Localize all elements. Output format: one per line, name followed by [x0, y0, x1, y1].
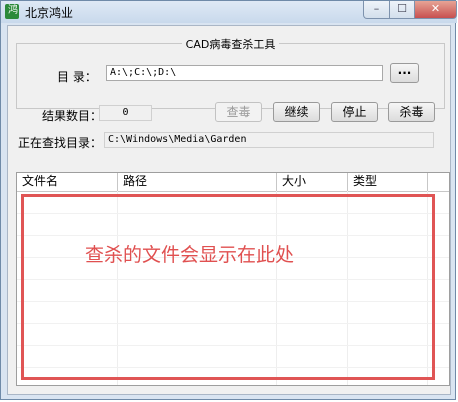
column-header-size[interactable]: 大小: [277, 173, 348, 191]
highlight-box: [21, 194, 435, 380]
annotation-text: 查杀的文件会显示在此处: [85, 244, 295, 266]
searching-dir-label: 正在查找目录：: [18, 136, 103, 150]
minimize-button[interactable]: –: [363, 1, 390, 19]
column-header-filename[interactable]: 文件名: [17, 173, 118, 191]
close-button[interactable]: ✕: [414, 1, 457, 19]
continue-button[interactable]: 继续: [273, 102, 320, 122]
kill-virus-button[interactable]: 杀毒: [388, 102, 435, 122]
column-header-path[interactable]: 路径: [118, 173, 277, 191]
main-panel: CAD病毒查杀工具 目 录： A:\;C:\;D:\ ··· 结果数目： 0 查…: [7, 25, 451, 395]
stop-button[interactable]: 停止: [331, 102, 378, 122]
scan-button[interactable]: 查毒: [215, 102, 262, 122]
directory-input[interactable]: A:\;C:\;D:\: [106, 65, 383, 81]
result-count-label: 结果数目：: [42, 109, 103, 123]
app-window: 鸿 北京鸿业 – ☐ ✕ CAD病毒查杀工具 目 录： A:\;C:\;D:\ …: [0, 0, 457, 400]
column-header-type[interactable]: 类型: [348, 173, 428, 191]
list-header: 文件名 路径 大小 类型: [17, 173, 449, 192]
group-title: CAD病毒查杀工具: [17, 36, 444, 52]
directory-label: 目 录：: [57, 70, 97, 84]
searching-dir-value: C:\Windows\Media\Garden: [104, 132, 434, 148]
title-bar[interactable]: 鸿 北京鸿业 – ☐ ✕: [1, 1, 457, 23]
settings-group: CAD病毒查杀工具 目 录： A:\;C:\;D:\ ···: [16, 38, 445, 109]
group-title-text: CAD病毒查杀工具: [181, 38, 280, 51]
window-title: 北京鸿业: [25, 6, 74, 20]
file-list[interactable]: 文件名 路径 大小 类型 查杀的文件会显示在此处: [16, 172, 450, 386]
app-logo-icon: 鸿: [5, 4, 19, 19]
browse-button[interactable]: ···: [390, 63, 419, 83]
maximize-button[interactable]: ☐: [389, 1, 415, 19]
result-count-value: 0: [99, 105, 152, 121]
